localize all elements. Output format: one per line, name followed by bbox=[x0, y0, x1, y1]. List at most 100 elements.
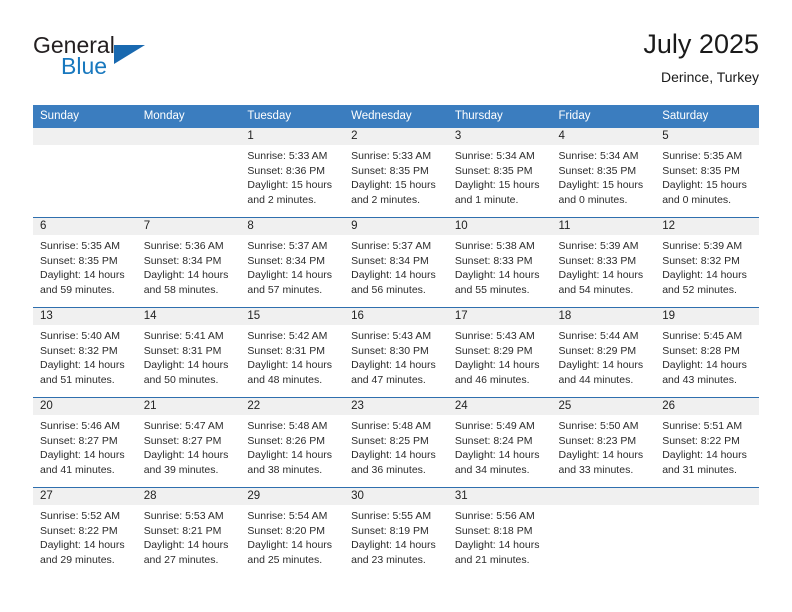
sunset-text: Sunset: 8:33 PM bbox=[454, 254, 533, 267]
day-number: 2 bbox=[344, 128, 448, 145]
sunrise-text: Sunrise: 5:42 AM bbox=[247, 330, 328, 342]
daylight-text: Daylight: 14 hours and 52 minutes. bbox=[662, 269, 747, 296]
day-cell-empty bbox=[655, 487, 759, 577]
sunrise-text: Sunrise: 5:33 AM bbox=[351, 150, 432, 162]
day-cell[interactable]: 29 Sunrise: 5:54 AM Sunset: 8:20 PM Dayl… bbox=[240, 487, 345, 577]
sunrise-text: Sunrise: 5:55 AM bbox=[351, 510, 432, 522]
day-cell[interactable]: 4 Sunrise: 5:34 AM Sunset: 8:35 PM Dayli… bbox=[551, 128, 656, 218]
sunset-text: Sunset: 8:27 PM bbox=[40, 434, 118, 447]
day-number: 4 bbox=[551, 128, 656, 145]
day-cell[interactable]: 21 Sunrise: 5:47 AM Sunset: 8:27 PM Dayl… bbox=[136, 397, 241, 488]
day-number: 17 bbox=[447, 308, 552, 325]
sunset-text: Sunset: 8:35 PM bbox=[40, 254, 118, 267]
day-number: 18 bbox=[551, 308, 656, 325]
daylight-text: Daylight: 14 hours and 27 minutes. bbox=[143, 539, 229, 566]
page-title: July 2025 bbox=[643, 29, 759, 59]
day-number bbox=[655, 488, 759, 505]
day-cell[interactable]: 16 Sunrise: 5:43 AM Sunset: 8:30 PM Dayl… bbox=[344, 307, 448, 398]
day-number: 25 bbox=[551, 398, 656, 415]
day-cell[interactable]: 2 Sunrise: 5:33 AM Sunset: 8:35 PM Dayli… bbox=[344, 128, 448, 218]
sunset-text: Sunset: 8:18 PM bbox=[454, 524, 533, 537]
day-cell[interactable]: 31 Sunrise: 5:56 AM Sunset: 8:18 PM Dayl… bbox=[447, 487, 552, 577]
sunset-text: Sunset: 8:35 PM bbox=[662, 164, 740, 177]
day-info: Sunrise: 5:47 AM Sunset: 8:27 PM Dayligh… bbox=[137, 415, 241, 477]
day-cell[interactable]: 28 Sunrise: 5:53 AM Sunset: 8:21 PM Dayl… bbox=[136, 487, 241, 577]
sunrise-text: Sunrise: 5:45 AM bbox=[662, 330, 743, 342]
day-cell[interactable]: 7 Sunrise: 5:36 AM Sunset: 8:34 PM Dayli… bbox=[136, 217, 241, 308]
sunset-text: Sunset: 8:20 PM bbox=[247, 524, 326, 537]
day-info: Sunrise: 5:40 AM Sunset: 8:32 PM Dayligh… bbox=[33, 325, 137, 387]
day-cell[interactable]: 5 Sunrise: 5:35 AM Sunset: 8:35 PM Dayli… bbox=[655, 128, 759, 218]
day-number: 29 bbox=[240, 488, 345, 505]
day-cell[interactable]: 19 Sunrise: 5:45 AM Sunset: 8:28 PM Dayl… bbox=[655, 307, 759, 398]
daylight-text: Daylight: 14 hours and 41 minutes. bbox=[40, 449, 125, 476]
daylight-text: Daylight: 15 hours and 0 minutes. bbox=[662, 179, 747, 206]
day-info: Sunrise: 5:51 AM Sunset: 8:22 PM Dayligh… bbox=[655, 415, 759, 477]
sunset-text: Sunset: 8:29 PM bbox=[454, 344, 533, 357]
day-cell[interactable]: 8 Sunrise: 5:37 AM Sunset: 8:34 PM Dayli… bbox=[240, 217, 345, 308]
day-cell[interactable]: 9 Sunrise: 5:37 AM Sunset: 8:34 PM Dayli… bbox=[344, 217, 448, 308]
day-cell[interactable]: 1 Sunrise: 5:33 AM Sunset: 8:36 PM Dayli… bbox=[240, 128, 345, 218]
day-info: Sunrise: 5:54 AM Sunset: 8:20 PM Dayligh… bbox=[240, 505, 344, 567]
page-subtitle-location: Derince, Turkey bbox=[660, 69, 759, 85]
daylight-text: Daylight: 14 hours and 54 minutes. bbox=[558, 269, 644, 296]
day-number bbox=[33, 128, 137, 145]
sunset-text: Sunset: 8:31 PM bbox=[247, 344, 326, 357]
day-cell[interactable]: 10 Sunrise: 5:38 AM Sunset: 8:33 PM Dayl… bbox=[447, 217, 552, 308]
day-info: Sunrise: 5:50 AM Sunset: 8:23 PM Dayligh… bbox=[552, 415, 656, 477]
sunrise-text: Sunrise: 5:52 AM bbox=[40, 510, 120, 522]
day-cell[interactable]: 30 Sunrise: 5:55 AM Sunset: 8:19 PM Dayl… bbox=[344, 487, 448, 577]
day-cell[interactable]: 26 Sunrise: 5:51 AM Sunset: 8:22 PM Dayl… bbox=[655, 397, 759, 488]
day-number: 27 bbox=[33, 488, 137, 505]
daylight-text: Daylight: 14 hours and 29 minutes. bbox=[40, 539, 125, 566]
day-cell[interactable]: 25 Sunrise: 5:50 AM Sunset: 8:23 PM Dayl… bbox=[551, 397, 656, 488]
day-number: 14 bbox=[136, 308, 241, 325]
day-cell[interactable]: 11 Sunrise: 5:39 AM Sunset: 8:33 PM Dayl… bbox=[551, 217, 656, 308]
day-cell[interactable]: 12 Sunrise: 5:39 AM Sunset: 8:32 PM Dayl… bbox=[655, 217, 759, 308]
brand-logo[interactable]: General Blue bbox=[33, 32, 263, 88]
sunset-text: Sunset: 8:32 PM bbox=[662, 254, 740, 267]
sunrise-text: Sunrise: 5:48 AM bbox=[247, 420, 328, 432]
daylight-text: Daylight: 14 hours and 38 minutes. bbox=[247, 449, 333, 476]
day-cell[interactable]: 20 Sunrise: 5:46 AM Sunset: 8:27 PM Dayl… bbox=[33, 397, 137, 488]
sunrise-text: Sunrise: 5:41 AM bbox=[143, 330, 224, 342]
day-cell[interactable]: 13 Sunrise: 5:40 AM Sunset: 8:32 PM Dayl… bbox=[33, 307, 137, 398]
day-info: Sunrise: 5:39 AM Sunset: 8:32 PM Dayligh… bbox=[655, 235, 759, 297]
day-cell-empty bbox=[33, 128, 137, 218]
day-cell[interactable]: 17 Sunrise: 5:43 AM Sunset: 8:29 PM Dayl… bbox=[447, 307, 552, 398]
day-info: Sunrise: 5:35 AM Sunset: 8:35 PM Dayligh… bbox=[33, 235, 137, 297]
day-info: Sunrise: 5:33 AM Sunset: 8:35 PM Dayligh… bbox=[344, 145, 448, 207]
sunrise-text: Sunrise: 5:48 AM bbox=[351, 420, 432, 432]
day-cell[interactable]: 24 Sunrise: 5:49 AM Sunset: 8:24 PM Dayl… bbox=[447, 397, 552, 488]
sunrise-text: Sunrise: 5:39 AM bbox=[558, 240, 639, 252]
day-number: 19 bbox=[655, 308, 759, 325]
day-cell[interactable]: 15 Sunrise: 5:42 AM Sunset: 8:31 PM Dayl… bbox=[240, 307, 345, 398]
day-cell[interactable]: 14 Sunrise: 5:41 AM Sunset: 8:31 PM Dayl… bbox=[136, 307, 241, 398]
day-number: 21 bbox=[136, 398, 241, 415]
weekday-header-sunday: Sunday bbox=[33, 105, 137, 128]
sunset-text: Sunset: 8:28 PM bbox=[662, 344, 740, 357]
sunrise-text: Sunrise: 5:49 AM bbox=[454, 420, 535, 432]
day-cell[interactable]: 22 Sunrise: 5:48 AM Sunset: 8:26 PM Dayl… bbox=[240, 397, 345, 488]
day-cell[interactable]: 23 Sunrise: 5:48 AM Sunset: 8:25 PM Dayl… bbox=[344, 397, 448, 488]
daylight-text: Daylight: 15 hours and 0 minutes. bbox=[558, 179, 644, 206]
daylight-text: Daylight: 14 hours and 43 minutes. bbox=[662, 359, 747, 386]
day-info: Sunrise: 5:34 AM Sunset: 8:35 PM Dayligh… bbox=[448, 145, 552, 207]
sunrise-text: Sunrise: 5:53 AM bbox=[143, 510, 224, 522]
day-number: 9 bbox=[344, 218, 448, 235]
day-cell[interactable]: 6 Sunrise: 5:35 AM Sunset: 8:35 PM Dayli… bbox=[33, 217, 137, 308]
calendar-week-row: 20 Sunrise: 5:46 AM Sunset: 8:27 PM Dayl… bbox=[33, 397, 759, 488]
sunrise-text: Sunrise: 5:47 AM bbox=[143, 420, 224, 432]
day-cell[interactable]: 3 Sunrise: 5:34 AM Sunset: 8:35 PM Dayli… bbox=[447, 128, 552, 218]
day-info: Sunrise: 5:41 AM Sunset: 8:31 PM Dayligh… bbox=[137, 325, 241, 387]
day-cell[interactable]: 18 Sunrise: 5:44 AM Sunset: 8:29 PM Dayl… bbox=[551, 307, 656, 398]
day-cell[interactable]: 27 Sunrise: 5:52 AM Sunset: 8:22 PM Dayl… bbox=[33, 487, 137, 577]
daylight-text: Daylight: 14 hours and 58 minutes. bbox=[143, 269, 229, 296]
sunrise-text: Sunrise: 5:44 AM bbox=[558, 330, 639, 342]
day-info: Sunrise: 5:36 AM Sunset: 8:34 PM Dayligh… bbox=[137, 235, 241, 297]
daylight-text: Daylight: 15 hours and 1 minute. bbox=[454, 179, 540, 206]
sunset-text: Sunset: 8:33 PM bbox=[558, 254, 637, 267]
sunrise-text: Sunrise: 5:37 AM bbox=[351, 240, 432, 252]
day-info: Sunrise: 5:33 AM Sunset: 8:36 PM Dayligh… bbox=[240, 145, 344, 207]
day-info: Sunrise: 5:37 AM Sunset: 8:34 PM Dayligh… bbox=[344, 235, 448, 297]
